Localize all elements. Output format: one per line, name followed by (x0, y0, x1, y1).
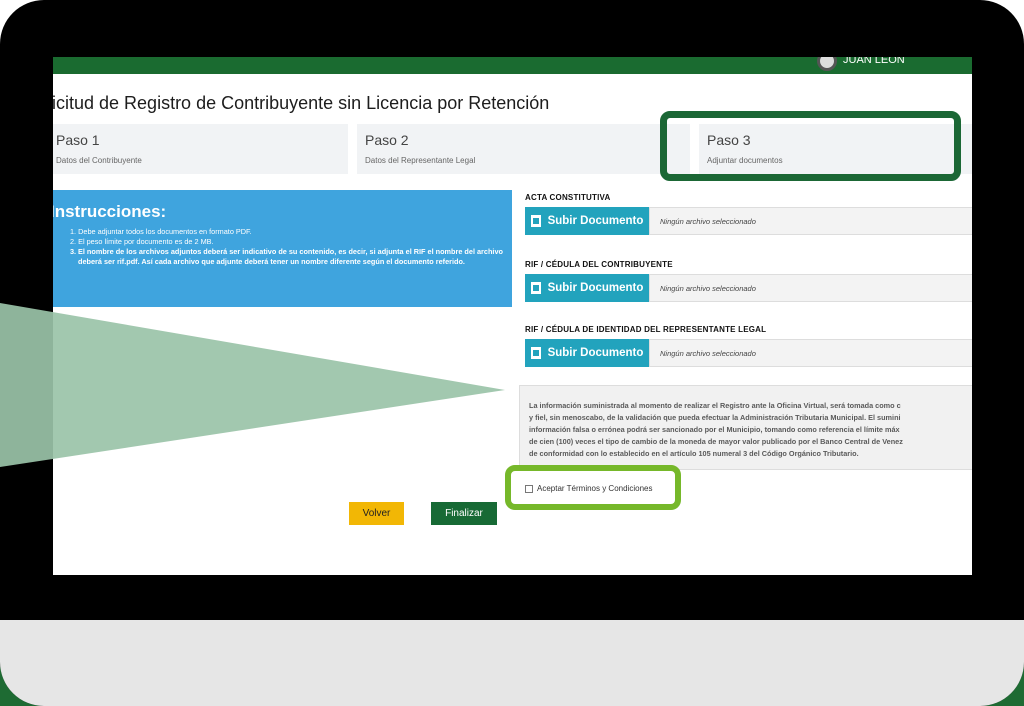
instruction-item: 3. El nombre de los archivos adjuntos deb… (70, 247, 512, 267)
instruction-text: El nombre de los archivos adjuntos deber… (78, 247, 503, 266)
finish-button[interactable]: Finalizar (431, 502, 497, 525)
step-name: Paso 1 (56, 132, 100, 148)
back-button[interactable]: Volver (349, 502, 404, 525)
legal-notice: La información suministrada al momento d… (519, 385, 972, 470)
document-label: RIF / CÉDULA DEL CONTRIBUYENTE (525, 260, 673, 269)
document-rif-contribuyente: RIF / CÉDULA DEL CONTRIBUYENTE Subir Doc… (525, 260, 972, 302)
upload-button-label: Subir Documento (547, 282, 644, 294)
step-2[interactable]: Paso 2 Datos del Representante Legal (357, 124, 690, 174)
file-name-field[interactable]: Ningún archivo seleccionado (649, 274, 972, 302)
highlight-terms (505, 465, 681, 510)
upload-button-label: Subir Documento (547, 347, 644, 359)
legal-line: información falsa o errónea podrá ser sa… (529, 425, 900, 434)
legal-line: La información suministrada al momento d… (529, 401, 901, 410)
highlight-step-3 (660, 111, 961, 181)
step-desc: Datos del Representante Legal (365, 156, 476, 165)
top-bar: JUAN LEÓN (53, 57, 972, 74)
instructions-heading: Instrucciones: (53, 202, 167, 221)
instruction-item: 1. Debe adjuntar todos los documentos en… (70, 227, 252, 236)
user-label: JUAN LEÓN (843, 57, 905, 66)
pdf-file-icon (530, 215, 541, 227)
document-rif-representante: RIF / CÉDULA DE IDENTIDAD DEL REPRESENTA… (525, 325, 972, 367)
step-name: Paso 2 (365, 132, 409, 148)
document-label: RIF / CÉDULA DE IDENTIDAD DEL REPRESENTA… (525, 325, 767, 334)
step-desc: Datos del Contribuyente (56, 156, 142, 165)
avatar[interactable] (817, 57, 837, 71)
pdf-file-icon (530, 282, 541, 294)
file-name-field[interactable]: Ningún archivo seleccionado (649, 339, 972, 367)
instruction-number: 3. (70, 247, 77, 256)
upload-document-button[interactable]: Subir Documento (525, 207, 649, 235)
instructions-list: 1. Debe adjuntar todos los documentos en… (53, 227, 512, 267)
file-name-field[interactable]: Ningún archivo seleccionado (649, 207, 972, 235)
upload-document-button[interactable]: Subir Documento (525, 274, 649, 302)
page-title: licitud de Registro de Contribuyente sin… (53, 93, 550, 113)
upload-document-button[interactable]: Subir Documento (525, 339, 649, 367)
instruction-item: 2. El peso límite por documento es de 2 … (70, 237, 214, 246)
upload-button-label: Subir Documento (547, 215, 644, 227)
legal-line: de cien (100) veces el tipo de cambio de… (529, 437, 903, 446)
document-label: ACTA CONSTITUTIVA (525, 193, 611, 202)
document-acta-constitutiva: ACTA CONSTITUTIVA Subir Documento Ningún… (525, 193, 972, 235)
step-1[interactable]: Paso 1 Datos del Contribuyente (53, 124, 348, 174)
pdf-file-icon (530, 347, 541, 359)
legal-line: y fiel, sin menoscabo, de la validación … (529, 413, 901, 422)
instructions-panel: Instrucciones: 1. Debe adjuntar todos lo… (53, 190, 512, 307)
legal-line: de conformidad con lo establecido en el … (529, 449, 859, 458)
device-chin (0, 620, 1024, 706)
